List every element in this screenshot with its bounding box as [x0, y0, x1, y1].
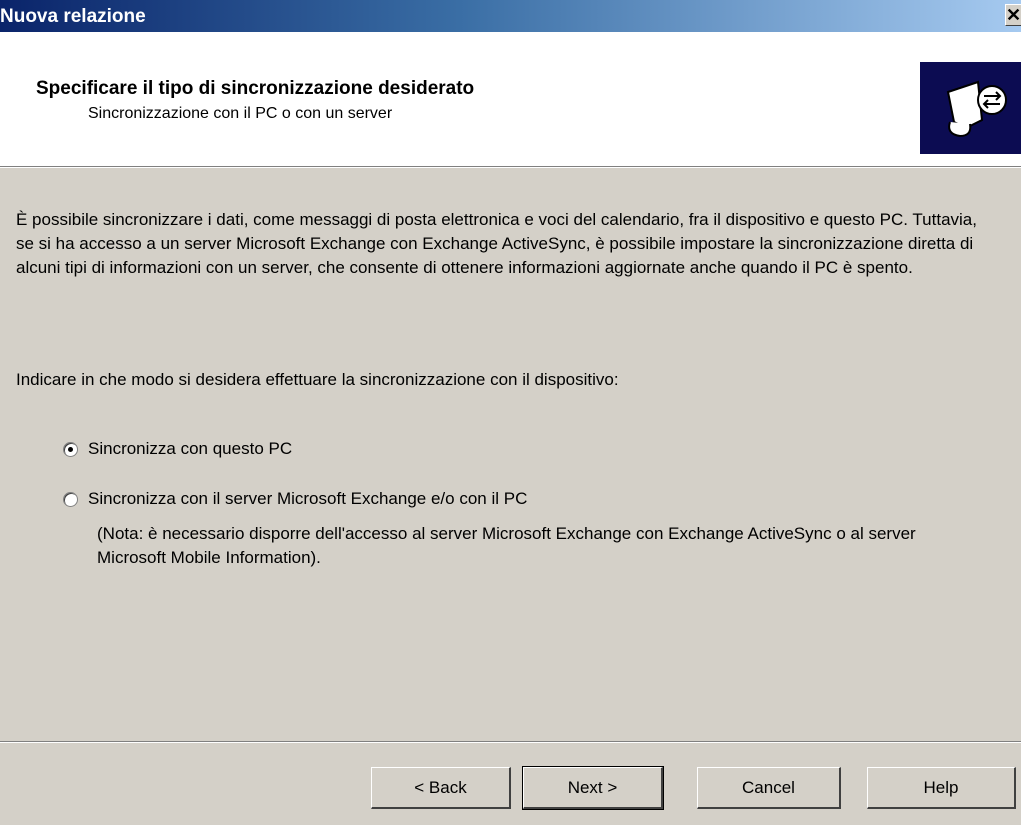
sync-device-icon — [920, 62, 1021, 154]
help-button[interactable]: Help — [867, 767, 1016, 809]
footer-divider — [0, 741, 1021, 743]
back-button[interactable]: < Back — [371, 767, 511, 809]
header-divider — [0, 166, 1021, 168]
exchange-note: (Nota: è necessario disporre dell'access… — [97, 524, 916, 567]
radio-label-sync-exchange[interactable]: Sincronizza con il server Microsoft Exch… — [88, 489, 527, 509]
header-subtitle: Sincronizzazione con il PC o con un serv… — [88, 105, 393, 122]
window-title: Nuova relazione — [0, 6, 146, 27]
radio-sync-exchange[interactable]: Sincronizza con il server Microsoft Exch… — [63, 488, 527, 510]
title-bar: Nuova relazione ✕ — [0, 0, 1021, 32]
header-title: Specificare il tipo di sincronizzazione … — [36, 78, 475, 99]
wizard-header: Specificare il tipo di sincronizzazione … — [0, 32, 1021, 166]
sync-prompt: Indicare in che modo si desidera effettu… — [16, 370, 619, 389]
close-icon: ✕ — [1006, 5, 1021, 25]
close-button[interactable]: ✕ — [1005, 4, 1021, 26]
next-button[interactable]: Next > — [522, 766, 664, 810]
radio-sync-pc[interactable]: Sincronizza con questo PC — [63, 438, 292, 460]
description-text: È possibile sincronizzare i dati, come m… — [16, 210, 977, 277]
radio-button-checked[interactable] — [63, 441, 78, 457]
radio-button-unchecked[interactable] — [63, 491, 78, 507]
cancel-button[interactable]: Cancel — [697, 767, 841, 809]
radio-label-sync-pc[interactable]: Sincronizza con questo PC — [88, 439, 292, 459]
